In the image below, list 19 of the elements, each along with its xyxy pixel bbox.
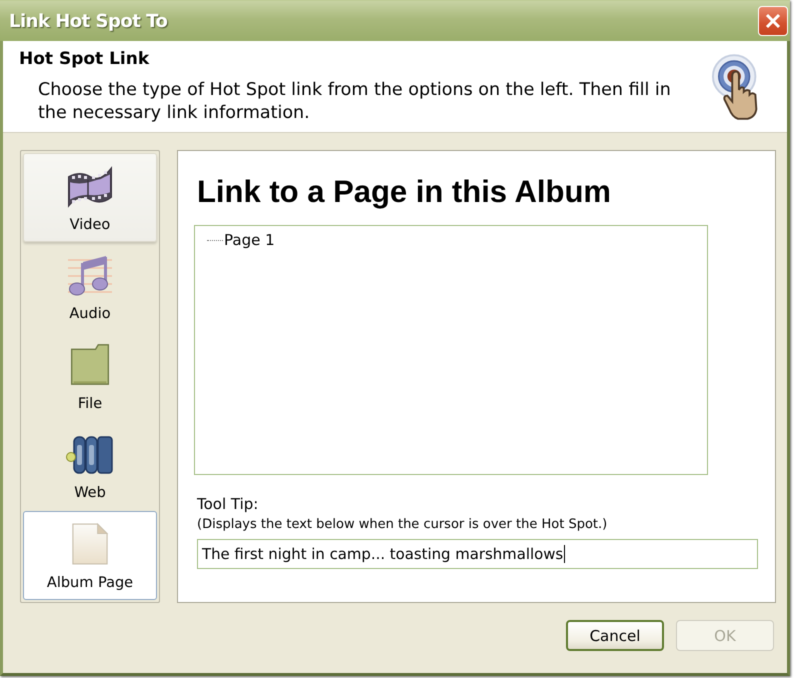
dialog-button[interactable]: Cancel [566,620,664,651]
tooltip-label: Tool Tip: [197,495,260,513]
panel-title: Link to a Page in this Album [197,173,612,211]
film-strip-icon [66,164,114,209]
close-icon [765,13,781,29]
tooltip-input[interactable]: The first night in camp... toasting marshmallows [197,539,758,569]
link-type-item[interactable]: Video [23,153,157,242]
close-button[interactable] [758,6,788,36]
header-description: Choose the type of Hot Spot link from the options on the left. Then fill in the necessary link information. [38,79,672,125]
tooltip-hint: (Displays the text below when the cursor is over the Hot Spot.) [197,517,608,532]
link-type-item[interactable]: Web [23,422,157,510]
music-note-icon [66,254,114,298]
window-title: Link Hot Spot To [9,10,168,32]
blank-page-icon [71,520,109,567]
header-title: Hot Spot Link [19,49,150,69]
tree-item[interactable]: Page 1 [224,231,275,249]
link-type-item[interactable]: Audio [23,242,157,332]
link-type-item[interactable]: Album Page [23,511,157,600]
link-type-item[interactable]: File [23,332,157,421]
